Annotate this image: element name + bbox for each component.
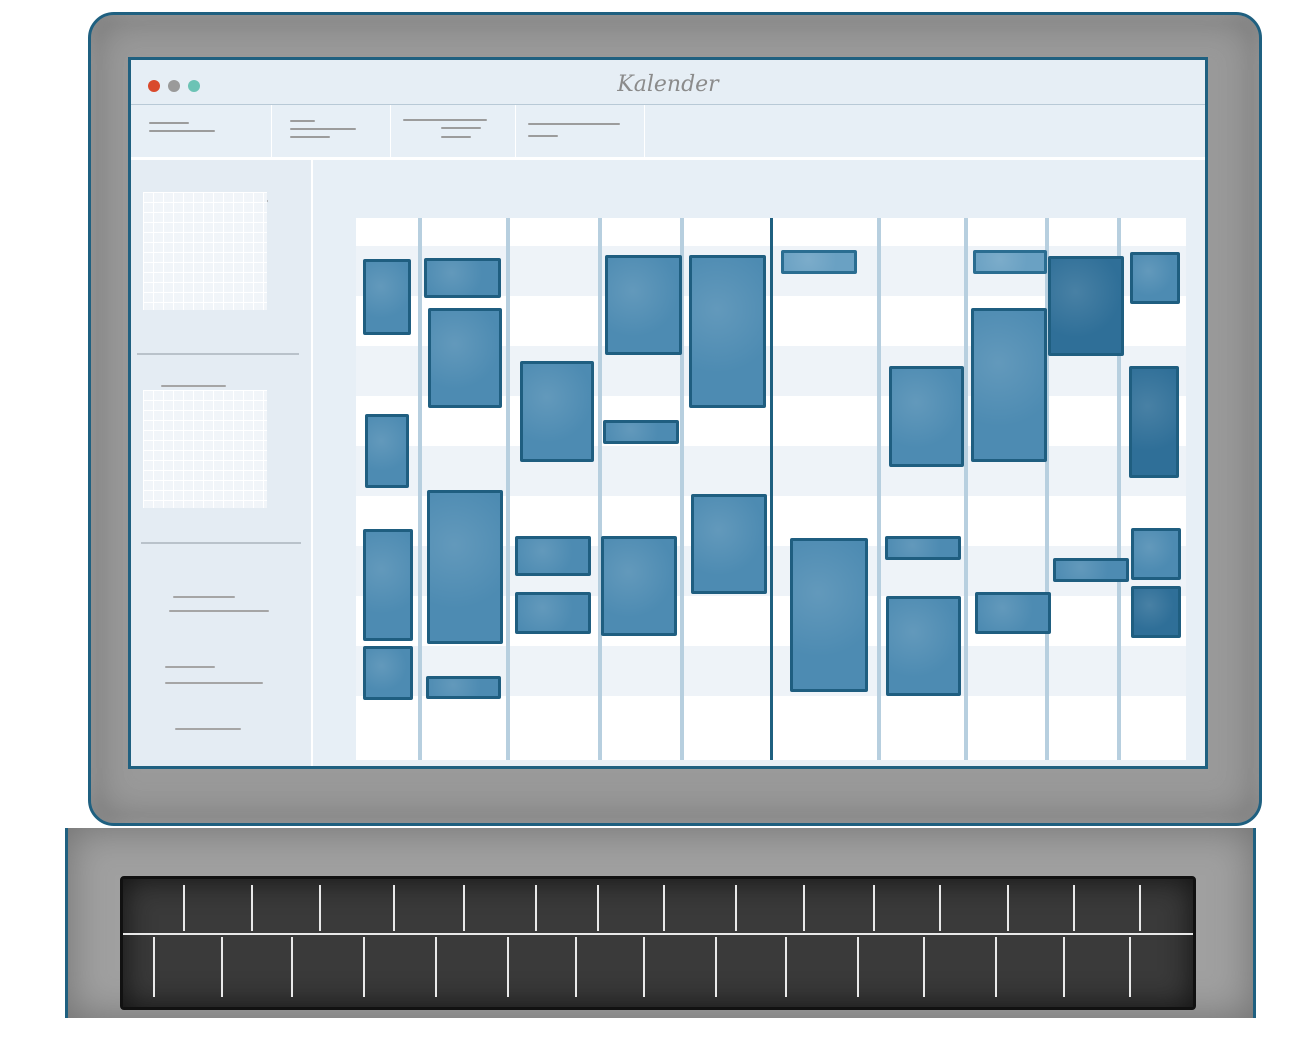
day-divider <box>877 218 881 760</box>
mini-calendar-1[interactable] <box>143 192 267 310</box>
toolbar-group-4[interactable] <box>516 105 645 157</box>
calendar-event[interactable] <box>781 250 857 274</box>
calendar-event[interactable] <box>1053 558 1129 582</box>
toolbar-group-2[interactable] <box>272 105 391 157</box>
calendar-event[interactable] <box>515 536 591 576</box>
day-divider <box>506 218 510 760</box>
calendar-event[interactable] <box>424 258 501 298</box>
calendar-event[interactable] <box>886 596 961 696</box>
calendar-event[interactable] <box>889 366 964 467</box>
sidebar-divider-2 <box>141 542 301 544</box>
toolbar-group-3[interactable] <box>391 105 516 157</box>
sidebar-heading-2 <box>161 385 226 387</box>
window-title: Kalender <box>617 72 719 97</box>
day-divider <box>418 218 422 760</box>
day-divider <box>964 218 968 760</box>
mini-calendar-2[interactable] <box>143 390 267 508</box>
sidebar <box>131 160 313 766</box>
calendar-event[interactable] <box>601 536 677 636</box>
sidebar-item-2[interactable] <box>169 610 269 612</box>
key-row-divider <box>123 933 1193 935</box>
calendar-event[interactable] <box>1048 256 1124 356</box>
toolbar-group-1[interactable] <box>131 105 272 157</box>
calendar-event[interactable] <box>691 494 767 594</box>
calendar-event[interactable] <box>605 255 682 355</box>
sidebar-divider-1 <box>137 353 299 355</box>
calendar-event[interactable] <box>365 414 409 488</box>
calendar-grid <box>356 218 1186 760</box>
week-divider <box>770 218 773 760</box>
calendar-event[interactable] <box>790 538 868 692</box>
sidebar-item-3[interactable] <box>165 666 215 668</box>
calendar-event[interactable] <box>428 308 502 408</box>
calendar-event[interactable] <box>971 308 1047 462</box>
calendar-event[interactable] <box>363 259 411 335</box>
day-divider <box>598 218 602 760</box>
keyboard <box>120 876 1196 1010</box>
calendar-event[interactable] <box>1130 252 1180 304</box>
calendar-event[interactable] <box>515 592 591 634</box>
toolbar <box>131 105 1205 160</box>
sidebar-item-5[interactable] <box>175 728 241 730</box>
calendar-event[interactable] <box>1131 528 1181 580</box>
calendar-event[interactable] <box>1129 366 1179 478</box>
calendar-event[interactable] <box>973 250 1047 274</box>
title-bar: Kalender <box>131 60 1205 105</box>
sidebar-item-4[interactable] <box>165 682 263 684</box>
calendar-event[interactable] <box>885 536 961 560</box>
calendar-event[interactable] <box>520 361 594 462</box>
sidebar-item-1[interactable] <box>173 596 235 598</box>
calendar-event[interactable] <box>1131 586 1181 638</box>
calendar-event[interactable] <box>975 592 1051 634</box>
calendar-event[interactable] <box>689 255 766 408</box>
calendar-event[interactable] <box>427 490 503 644</box>
calendar-event[interactable] <box>603 420 679 444</box>
calendar-event[interactable] <box>426 676 501 699</box>
calendar-event[interactable] <box>363 646 413 700</box>
calendar-event[interactable] <box>363 529 413 641</box>
calendar-window: Kalender <box>128 57 1208 769</box>
